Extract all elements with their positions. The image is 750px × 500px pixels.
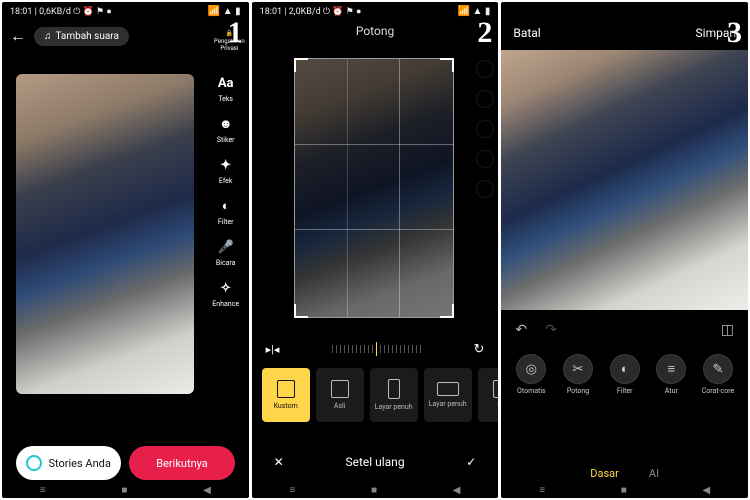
tool-filter[interactable]: ◐Filter bbox=[207, 195, 245, 226]
preview-image[interactable] bbox=[501, 50, 748, 310]
status-right: 📶 ▲ ▮ bbox=[208, 6, 241, 17]
tool-crop[interactable]: ✂Potong bbox=[556, 354, 600, 395]
portrait-ratio-icon bbox=[388, 379, 400, 399]
confirm-crop-button[interactable]: ✓ bbox=[466, 455, 476, 469]
add-sound-label: Tambah suara bbox=[56, 31, 119, 42]
undo-button[interactable]: ↶ bbox=[515, 322, 527, 338]
crop-preview-image bbox=[295, 59, 453, 317]
original-ratio-icon bbox=[331, 380, 349, 398]
tool-text[interactable]: AaTeks bbox=[207, 72, 245, 103]
rotate-button[interactable]: ↻ bbox=[473, 342, 484, 357]
auto-icon: ◎ bbox=[516, 354, 546, 384]
nav-home-icon[interactable]: ■ bbox=[371, 485, 377, 496]
music-note-icon: ♫ bbox=[44, 31, 52, 42]
tool-auto[interactable]: ◎Otomatis bbox=[509, 354, 553, 395]
next-button[interactable]: Berikutnya bbox=[129, 446, 234, 480]
side-tool-rail-dimmed bbox=[476, 60, 494, 198]
ratio-fullscreen-landscape[interactable]: Layar penuh bbox=[424, 368, 472, 422]
cancel-button[interactable]: Batal bbox=[513, 26, 540, 40]
panel-number: 2 bbox=[477, 16, 492, 50]
ratio-fullscreen-portrait[interactable]: Layar penuh bbox=[370, 368, 418, 422]
nav-menu-icon[interactable]: ≡ bbox=[40, 485, 46, 496]
crop-handle-br[interactable] bbox=[440, 304, 454, 318]
tool-voice[interactable]: 🎤Bicara bbox=[207, 236, 245, 267]
nav-menu-icon[interactable]: ≡ bbox=[539, 485, 545, 496]
text-icon: Aa bbox=[215, 72, 237, 94]
status-left: 18:01 | 0,6KB/d ⏻ ⏰ ⚑ ● bbox=[10, 6, 112, 17]
android-navbar: ≡ ■ ◀ bbox=[501, 482, 748, 498]
filter-icon: ◐ bbox=[610, 354, 640, 384]
add-sound-button[interactable]: ♫ Tambah suara bbox=[34, 27, 129, 46]
tool-filter[interactable]: ◐Filter bbox=[603, 354, 647, 395]
doodle-icon: ✎ bbox=[703, 354, 733, 384]
ratio-1-1[interactable]: 1:1 bbox=[478, 368, 499, 422]
nav-back-icon[interactable]: ◀ bbox=[203, 485, 211, 496]
crop-frame[interactable] bbox=[294, 58, 454, 318]
nav-back-icon[interactable]: ◀ bbox=[453, 485, 461, 496]
mirror-button[interactable]: ▸|◂ bbox=[266, 343, 280, 356]
square-ratio-icon bbox=[493, 380, 499, 398]
rotation-slider[interactable] bbox=[289, 340, 463, 358]
status-bar bbox=[501, 2, 748, 20]
editor-tool-rail: AaTeks ☻Stiker ✦Efek ◐Filter 🎤Bicara ✧En… bbox=[207, 72, 245, 308]
status-bar: 18:01 | 0,6KB/d ⏻ ⏰ ⚑ ● 📶 ▲ ▮ bbox=[2, 2, 249, 20]
status-left: 18:01 | 2,0KB/d ⏻ ⏰ ⚑ ● bbox=[260, 6, 362, 17]
cancel-crop-button[interactable]: ✕ bbox=[274, 455, 284, 469]
crop-icon: ✂ bbox=[563, 354, 593, 384]
nav-menu-icon[interactable]: ≡ bbox=[290, 485, 296, 496]
filter-icon: ◐ bbox=[215, 195, 237, 217]
panel-number: 3 bbox=[727, 16, 742, 50]
redo-button[interactable]: ↷ bbox=[545, 322, 557, 338]
custom-ratio-icon bbox=[277, 380, 295, 398]
ratio-custom[interactable]: Kustom bbox=[262, 368, 310, 422]
enhance-icon: ✧ bbox=[215, 277, 237, 299]
crop-handle-tl[interactable] bbox=[294, 58, 308, 72]
tool-adjust[interactable]: ≡Atur bbox=[649, 354, 693, 395]
mic-icon: 🎤 bbox=[215, 236, 237, 258]
panel-2-crop-editor: 2 18:01 | 2,0KB/d ⏻ ⏰ ⚑ ● 📶 ▲ ▮ Potong ▸… bbox=[252, 2, 499, 498]
panel-3-gallery-editor: 3 Batal Simpan ↶ ↷ ◫ ◎Otomatis ✂Potong ◐… bbox=[501, 2, 748, 498]
panel-number: 1 bbox=[228, 16, 243, 50]
editor-tabs: Dasar AI bbox=[501, 467, 748, 480]
tab-ai[interactable]: AI bbox=[649, 467, 659, 480]
status-bar: 18:01 | 2,0KB/d ⏻ ⏰ ⚑ ● 📶 ▲ ▮ bbox=[252, 2, 499, 20]
adjust-icon: ≡ bbox=[656, 354, 686, 384]
tool-doodle[interactable]: ✎Corat-core bbox=[696, 354, 740, 395]
tool-sticker[interactable]: ☻Stiker bbox=[207, 113, 245, 144]
tool-effect[interactable]: ✦Efek bbox=[207, 154, 245, 185]
nav-home-icon[interactable]: ■ bbox=[621, 485, 627, 496]
crop-title: Potong bbox=[252, 20, 499, 42]
reset-crop-button[interactable]: Setel ulang bbox=[345, 455, 404, 469]
aspect-ratio-row: Kustom Asli Layar penuh Layar penuh 1:1 bbox=[252, 368, 499, 422]
preview-image[interactable] bbox=[16, 74, 194, 394]
tool-enhance[interactable]: ✧Enhance bbox=[207, 277, 245, 308]
android-navbar: ≡ ■ ◀ bbox=[2, 482, 249, 498]
crop-handle-bl[interactable] bbox=[294, 304, 308, 318]
back-icon[interactable]: ← bbox=[10, 26, 26, 46]
ratio-original[interactable]: Asli bbox=[316, 368, 364, 422]
your-stories-label: Stories Anda bbox=[48, 457, 110, 470]
crop-handle-tr[interactable] bbox=[440, 58, 454, 72]
story-ring-icon bbox=[26, 455, 42, 471]
nav-home-icon[interactable]: ■ bbox=[121, 485, 127, 496]
your-stories-button[interactable]: Stories Anda bbox=[16, 446, 121, 480]
next-label: Berikutnya bbox=[156, 457, 208, 470]
sticker-icon: ☻ bbox=[215, 113, 237, 135]
nav-back-icon[interactable]: ◀ bbox=[702, 485, 710, 496]
edit-tool-row: ◎Otomatis ✂Potong ◐Filter ≡Atur ✎Corat-c… bbox=[501, 354, 748, 395]
status-right: 📶 ▲ ▮ bbox=[458, 6, 491, 17]
effect-icon: ✦ bbox=[215, 154, 237, 176]
compare-button[interactable]: ◫ bbox=[721, 322, 734, 338]
tab-basic[interactable]: Dasar bbox=[590, 467, 619, 480]
android-navbar: ≡ ■ ◀ bbox=[252, 482, 499, 498]
panel-1-tiktok-editor: 1 18:01 | 0,6KB/d ⏻ ⏰ ⚑ ● 📶 ▲ ▮ ← ♫ Tamb… bbox=[2, 2, 249, 498]
landscape-ratio-icon bbox=[437, 382, 459, 396]
